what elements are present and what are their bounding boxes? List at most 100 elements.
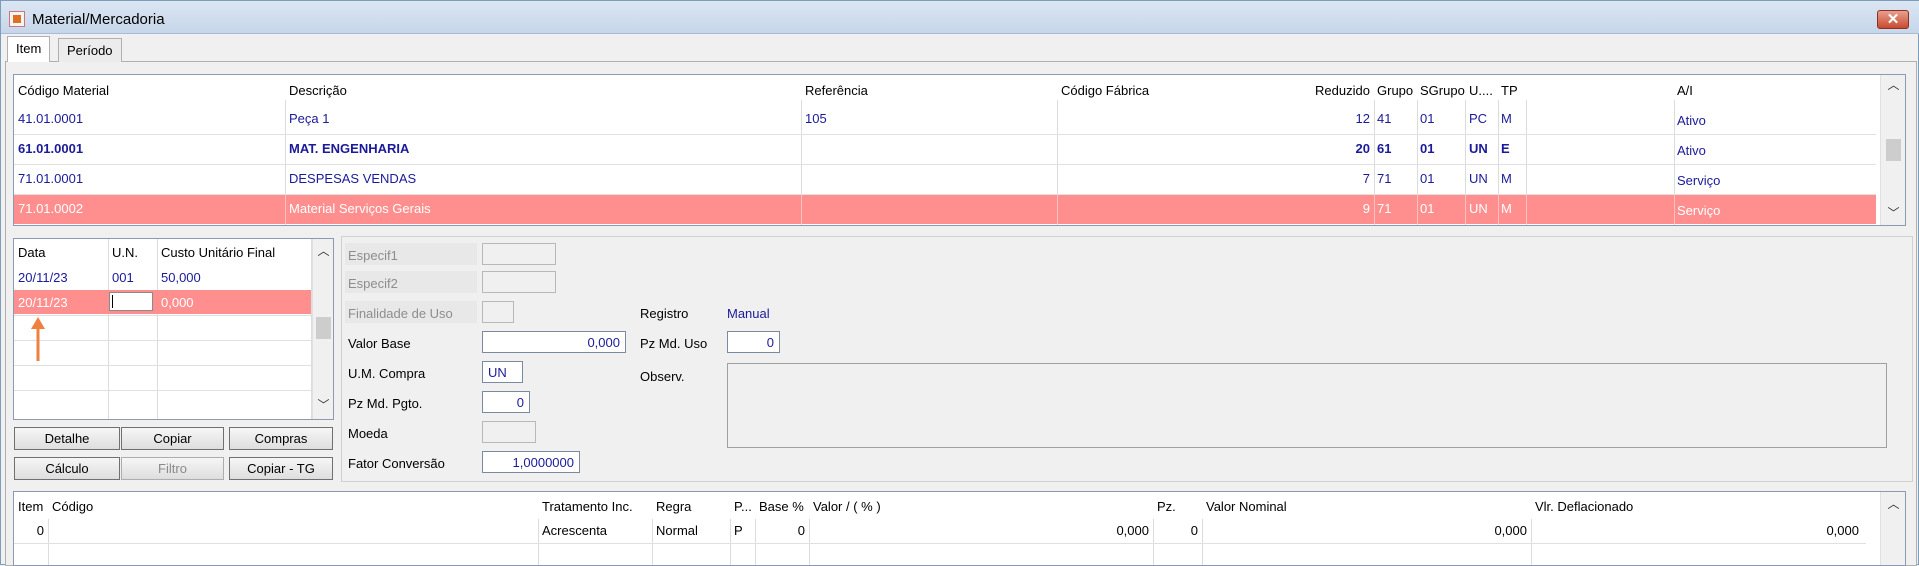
col-header-data[interactable]: Data — [18, 245, 45, 260]
col-header-un[interactable]: U.N. — [112, 245, 138, 260]
col-header-reduzido[interactable]: Reduzido — [1315, 83, 1370, 98]
col-header-codigo-material[interactable]: Código Material — [18, 83, 109, 98]
compras-button[interactable]: Compras — [229, 427, 333, 450]
registro-value: Manual — [727, 306, 770, 321]
cell-item: 0 — [36, 523, 44, 538]
col-header-p[interactable]: P... — [734, 499, 752, 514]
scroll-thumb[interactable] — [1886, 139, 1901, 161]
main-window: Material/Mercadoria ✕ Item Período Códig… — [0, 0, 1919, 566]
table-row[interactable]: 71.01.0001 DESPESAS VENDAS 7 71 01 UN M … — [14, 165, 1876, 194]
pz-md-pgto-field[interactable]: 0 — [482, 391, 530, 413]
especif1-field[interactable] — [482, 243, 556, 265]
pz-md-uso-field[interactable]: 0 — [727, 331, 780, 353]
finalidade-field[interactable] — [482, 301, 514, 323]
especif2-field[interactable] — [482, 271, 556, 293]
cell-codigo: 61.01.0001 — [18, 141, 84, 156]
row-sep — [14, 340, 311, 341]
fator-conversao-field[interactable]: 1,0000000 — [482, 451, 580, 473]
valor-base-field[interactable]: 0,000 — [482, 331, 626, 353]
col-header-tp[interactable]: TP — [1501, 83, 1518, 98]
col-sep — [1417, 195, 1418, 224]
col-header-regra[interactable]: Regra — [656, 499, 691, 514]
col-header-item[interactable]: Item — [18, 499, 43, 514]
cell-un: UN — [1469, 201, 1488, 216]
row-sep — [14, 543, 1866, 544]
observ-textarea[interactable] — [727, 363, 1887, 448]
col-header-un[interactable]: U.... — [1469, 83, 1493, 98]
cell-sgrupo: 01 — [1420, 141, 1435, 156]
table-row[interactable]: 20/11/23 001 50,000 — [14, 265, 311, 289]
col-header-base[interactable]: Base % — [759, 499, 804, 514]
calculo-button[interactable]: Cálculo — [14, 457, 120, 480]
window-title: Material/Mercadoria — [32, 11, 165, 28]
finalidade-label: Finalidade de Uso — [348, 306, 453, 321]
col-header-codigo-fabrica[interactable]: Código Fábrica — [1061, 83, 1149, 98]
col-header-sgrupo[interactable]: SGrupo — [1420, 83, 1465, 98]
detalhe-button[interactable]: Detalhe — [14, 427, 120, 450]
copiar-button[interactable]: Copiar — [121, 427, 224, 450]
table-row-selected[interactable]: 20/11/23 0,000 — [14, 290, 311, 314]
col-header-valor[interactable]: Valor / ( % ) — [813, 499, 881, 514]
cost-scrollbar[interactable]: ︿ ﹀ — [312, 239, 333, 419]
copiar-tg-button[interactable]: Copiar - TG — [229, 457, 333, 480]
scroll-up-icon[interactable]: ︿ — [1885, 77, 1902, 94]
col-header-vlr-deflacionado[interactable]: Vlr. Deflacionado — [1535, 499, 1633, 514]
cell-data: 20/11/23 — [18, 270, 68, 285]
col-sep — [285, 195, 286, 224]
scroll-down-icon[interactable]: ﹀ — [315, 397, 332, 414]
title-bar[interactable]: Material/Mercadoria ✕ — [1, 1, 1919, 34]
fator-conversao-label: Fator Conversão — [348, 456, 445, 471]
col-header-referencia[interactable]: Referência — [805, 83, 868, 98]
moeda-label: Moeda — [348, 426, 388, 441]
scroll-up-icon[interactable]: ︿ — [1885, 496, 1902, 513]
cell-custo: 50,000 — [161, 270, 201, 285]
col-header-descricao[interactable]: Descrição — [289, 83, 347, 98]
col-sep — [1465, 195, 1466, 224]
cell-codigo: 71.01.0001 — [18, 171, 84, 186]
moeda-field[interactable] — [482, 421, 536, 443]
tab-periodo[interactable]: Período — [58, 38, 122, 62]
table-row-selected[interactable]: 71.01.0002 Material Serviços Gerais 9 71… — [14, 195, 1876, 224]
cell-p: P — [734, 523, 743, 538]
tab-item[interactable]: Item — [7, 36, 51, 62]
scroll-up-icon[interactable]: ︿ — [315, 243, 332, 260]
pz-md-pgto-label: Pz Md. Pgto. — [348, 396, 423, 411]
cell-referencia: 105 — [805, 111, 827, 126]
col-header-valor-nominal[interactable]: Valor Nominal — [1206, 499, 1287, 514]
arrow-up-annotation-icon — [31, 317, 45, 361]
bottom-scrollbar[interactable]: ︿ — [1880, 492, 1905, 565]
col-sep — [1374, 195, 1375, 224]
um-compra-field[interactable]: UN — [482, 361, 523, 383]
col-header-pz[interactable]: Pz. — [1157, 499, 1176, 514]
cell-codigo: 41.01.0001 — [18, 111, 84, 126]
col-header-ai[interactable]: A/I — [1677, 83, 1693, 98]
table-row[interactable]: 0 Acrescenta Normal P 0 0,000 0 0,000 0,… — [14, 519, 1866, 542]
table-row[interactable]: 61.01.0001 MAT. ENGENHARIA 20 61 01 UN E… — [14, 135, 1876, 164]
cell-tratamento: Acrescenta — [542, 523, 608, 538]
cell-sgrupo: 01 — [1420, 171, 1435, 186]
table-row[interactable]: 41.01.0001 Peça 1 105 12 41 01 PC M Ativ… — [14, 105, 1876, 134]
especif2-label: Especif2 — [348, 276, 398, 291]
materials-scrollbar[interactable]: ︿ ﹀ — [1880, 75, 1905, 225]
cell-un: UN — [1469, 171, 1488, 186]
um-compra-label: U.M. Compra — [348, 366, 426, 381]
cell-descricao: Peça 1 — [289, 111, 330, 126]
un-edit-input[interactable] — [109, 292, 153, 311]
col-header-codigo[interactable]: Código — [52, 499, 93, 514]
col-header-grupo[interactable]: Grupo — [1377, 83, 1413, 98]
scroll-down-icon[interactable]: ﹀ — [1885, 205, 1902, 222]
filtro-button[interactable]: Filtro — [121, 457, 224, 480]
close-button[interactable]: ✕ — [1877, 10, 1909, 29]
valor-base-label: Valor Base — [348, 336, 411, 351]
cell-un: UN — [1469, 141, 1488, 156]
col-header-tratamento[interactable]: Tratamento Inc. — [542, 499, 633, 514]
cell-regra: Normal — [656, 523, 698, 538]
row-sep — [14, 390, 311, 391]
row-sep — [14, 365, 311, 366]
bottom-grid: Item Código Tratamento Inc. Regra P... B… — [13, 491, 1906, 566]
cell-grupo: 71 — [1377, 171, 1392, 186]
col-header-custo[interactable]: Custo Unitário Final — [161, 245, 275, 260]
scroll-thumb[interactable] — [316, 317, 331, 339]
cell-data: 20/11/23 — [18, 295, 68, 310]
col-sep — [1674, 195, 1675, 224]
